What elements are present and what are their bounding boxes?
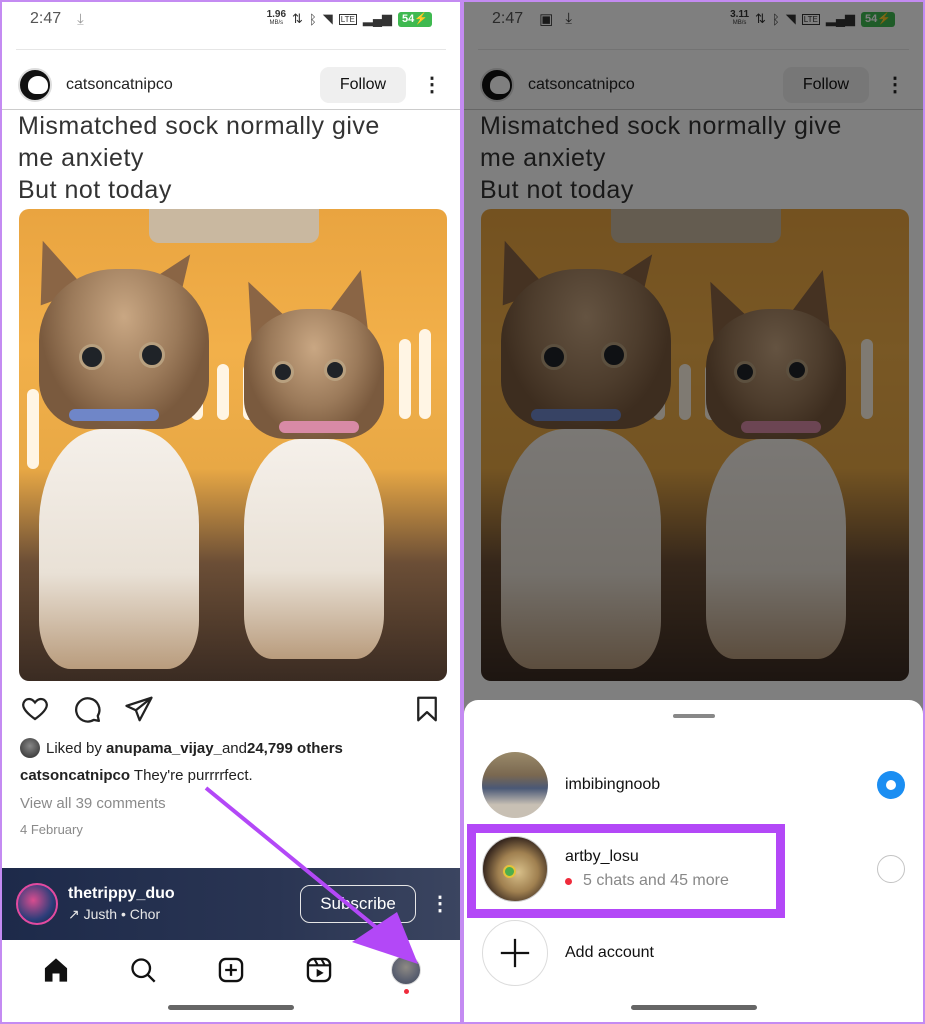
- account-username: imbibingnoob: [565, 776, 661, 793]
- suggested-reel-bar[interactable]: thetrippy_duo ↗ Justh • Chor Subscribe ⋮: [2, 868, 460, 940]
- annotation-highlight-box: [467, 824, 785, 918]
- liker-username[interactable]: anupama_vijay_: [106, 740, 222, 757]
- post-header: catsoncatnipco Follow ⋮: [2, 60, 460, 110]
- data-arrows-icon: ⇅: [292, 11, 303, 26]
- download-icon: ⤓: [77, 10, 84, 28]
- add-account-label: Add account: [565, 944, 654, 961]
- likes-count[interactable]: 24,799 others: [247, 740, 343, 757]
- post-date: 4 February: [20, 822, 83, 837]
- left-screenshot: 2:47 ⤓ 1.96 MB/s ⇅ ᛒ ◥ LTE ▂▄▆ 54⚡ catso…: [0, 0, 462, 1024]
- more-options-icon[interactable]: ⋮: [420, 75, 444, 95]
- bluetooth-icon: ᛒ: [308, 11, 317, 27]
- post-actions: [20, 692, 442, 726]
- post-author-avatar[interactable]: [18, 67, 52, 102]
- status-bar: 2:47 ⤓ 1.96 MB/s ⇅ ᛒ ◥ LTE ▂▄▆ 54⚡: [2, 2, 460, 36]
- post-author-username[interactable]: catsoncatnipco: [66, 76, 173, 94]
- profile-avatar: [391, 955, 422, 985]
- add-account-button[interactable]: Add account: [482, 920, 905, 986]
- nav-profile[interactable]: [391, 955, 422, 994]
- view-comments-link[interactable]: View all 39 comments: [20, 795, 166, 812]
- like-heart-icon[interactable]: [20, 694, 50, 724]
- add-account-circle: [482, 920, 548, 986]
- signal-icon: ▂▄▆: [362, 11, 393, 26]
- reels-icon: [306, 957, 331, 983]
- notification-dot: [404, 989, 410, 994]
- image-caption-text: Mismatched sock normally give me anxiety…: [18, 112, 380, 204]
- battery-icon: 54⚡: [398, 11, 432, 27]
- divider: [16, 49, 446, 50]
- liker-avatar: [20, 738, 40, 758]
- search-icon: [131, 958, 156, 983]
- account-radio-selected[interactable]: [877, 771, 905, 799]
- subscribe-button[interactable]: Subscribe: [300, 885, 416, 923]
- more-options-icon[interactable]: ⋮: [430, 894, 450, 914]
- gesture-bar: [630, 1005, 757, 1010]
- share-send-icon[interactable]: [124, 694, 154, 724]
- plus-icon: [500, 938, 530, 968]
- nav-search[interactable]: [128, 955, 158, 985]
- save-bookmark-icon[interactable]: [412, 694, 442, 724]
- account-avatar: [482, 752, 548, 818]
- wifi-icon: ◥: [322, 11, 333, 26]
- likes-summary[interactable]: Liked by anupama_vijay_ and 24,799 other…: [20, 738, 343, 758]
- suggested-account-name[interactable]: thetrippy_duo: [68, 885, 175, 903]
- status-time: 2:47: [30, 10, 62, 27]
- sheet-drag-handle[interactable]: [672, 714, 715, 718]
- post-photo[interactable]: [19, 209, 447, 681]
- caption-username[interactable]: catsoncatnipco: [20, 767, 130, 784]
- account-radio-unselected[interactable]: [877, 855, 905, 883]
- nav-create[interactable]: [216, 955, 246, 985]
- bottom-nav: [2, 942, 460, 998]
- network-speed: 1.96 MB/s: [266, 9, 287, 27]
- comment-icon[interactable]: [72, 694, 102, 724]
- nav-home[interactable]: [41, 955, 71, 985]
- home-icon: [44, 958, 67, 982]
- post-caption: catsoncatnipco They're purrrrfect.: [20, 767, 253, 784]
- gesture-bar: [168, 1005, 294, 1010]
- account-item-imbibingnoob[interactable]: imbibingnoob: [482, 752, 905, 818]
- follow-button[interactable]: Follow: [320, 66, 406, 103]
- volte-icon: LTE: [338, 13, 357, 25]
- create-post-icon: [218, 957, 244, 983]
- suggested-account-avatar[interactable]: [16, 883, 58, 925]
- nav-reels[interactable]: [304, 955, 334, 985]
- song-info: ↗ Justh • Chor: [68, 906, 161, 922]
- right-screenshot: 2:47 ▣ ⤓ 3.11 MB/s ⇅ ᛒ ◥ LTE ▂▄▆ 54⚡ cat…: [462, 0, 925, 1024]
